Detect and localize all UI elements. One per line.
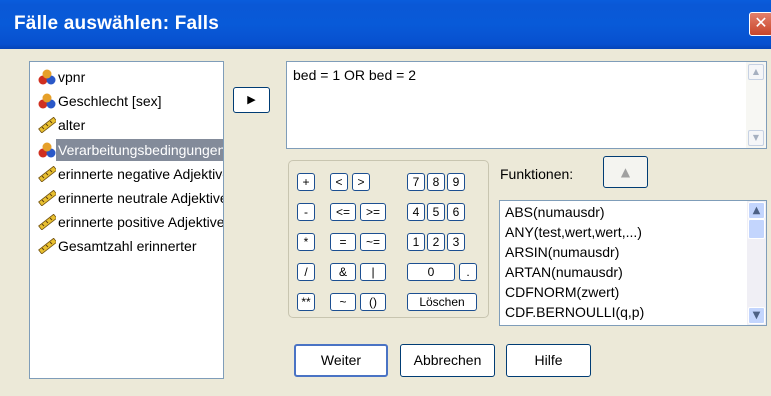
select-cases-dialog: Fälle auswählen: Falls ✕ vpnr Geschlecht… [0,0,771,396]
list-item[interactable]: ARSIN(numausdr) [505,244,619,260]
title-bar: Fälle auswählen: Falls ✕ [0,0,771,49]
function-list[interactable]: ABS(numausdr) ANY(test,wert,wert,...) AR… [499,200,767,326]
key-equal[interactable]: = [330,233,356,251]
key-power[interactable]: ** [297,293,315,311]
list-item[interactable]: Geschlecht [sex] [34,90,223,112]
key-divide[interactable]: / [297,263,315,281]
key-not[interactable]: ~ [330,293,356,311]
key-2[interactable]: 2 [427,233,445,251]
list-item[interactable]: CDF.BERNOULLI(q,p) [505,304,644,320]
expression-input[interactable]: bed = 1 OR bed = 2 ▲ ▼ [286,61,767,149]
key-less-equal[interactable]: <= [330,203,356,221]
key-decimal[interactable]: . [459,263,477,281]
help-button[interactable]: Hilfe [506,344,591,377]
expression-scrollbar[interactable]: ▲ ▼ [746,62,766,148]
list-item[interactable]: Gesamtzahl erinnerter [34,235,223,257]
scale-icon [38,214,56,230]
scroll-down-button[interactable]: ▼ [748,130,764,146]
list-item-selected[interactable]: Verarbeitungsbedingungen [34,139,223,161]
key-plus[interactable]: + [297,173,315,191]
insert-function-button[interactable]: ▲ [603,156,648,188]
function-list-scrollbar[interactable]: ▲ ▼ [747,201,766,325]
key-multiply[interactable]: * [297,233,315,251]
key-7[interactable]: 7 [407,173,425,191]
scale-icon [38,166,56,182]
list-item[interactable]: alter [34,114,223,136]
scroll-thumb[interactable] [748,219,765,239]
key-8[interactable]: 8 [427,173,445,191]
variable-label: Gesamtzahl erinnerter [58,238,197,254]
key-5[interactable]: 5 [427,203,445,221]
key-or[interactable]: | [360,263,386,281]
key-0[interactable]: 0 [407,263,455,281]
variable-label: Geschlecht [sex] [58,93,162,109]
key-not-equal[interactable]: ~= [360,233,386,251]
variable-label: alter [58,117,86,133]
move-variable-button[interactable]: ▶ [233,87,270,113]
variable-label: erinnerte neutrale Adjektive [58,190,224,206]
key-parentheses[interactable]: () [360,293,386,311]
functions-label: Funktionen: [500,166,574,182]
list-item[interactable]: erinnerte negative Adjektive [34,163,224,185]
continue-button[interactable]: Weiter [294,344,388,377]
variable-label: Verarbeitungsbedingungen [56,139,223,161]
list-item[interactable]: CDFNORM(zwert) [505,284,619,300]
nominal-icon [38,93,56,109]
key-3[interactable]: 3 [447,233,465,251]
delete-button[interactable]: Löschen [407,293,477,311]
scroll-up-button[interactable]: ▲ [748,64,764,80]
list-item[interactable]: ARTAN(numausdr) [505,264,623,280]
key-greater[interactable]: > [352,173,370,191]
variable-label: erinnerte positive Adjektive [58,214,224,230]
key-9[interactable]: 9 [447,173,465,191]
variable-label: vpnr [58,69,86,85]
expression-text: bed = 1 OR bed = 2 [293,67,416,83]
window-title: Fälle auswählen: Falls [14,13,220,34]
variable-label: erinnerte negative Adjektive [58,166,224,182]
scroll-up-button[interactable]: ▲ [748,202,765,219]
cancel-button[interactable]: Abbrechen [400,344,495,377]
key-4[interactable]: 4 [407,203,425,221]
key-and[interactable]: & [330,263,356,281]
list-item[interactable]: ABS(numausdr) [505,204,605,220]
key-1[interactable]: 1 [407,233,425,251]
close-button[interactable]: ✕ [749,12,771,36]
key-less[interactable]: < [330,173,348,191]
scale-icon [38,190,56,206]
scroll-down-button[interactable]: ▼ [748,307,765,324]
nominal-icon [38,69,56,85]
variable-list[interactable]: vpnr Geschlecht [sex] alter Verarbeitung… [29,61,224,379]
key-greater-equal[interactable]: >= [360,203,386,221]
key-6[interactable]: 6 [447,203,465,221]
key-minus[interactable]: - [297,203,315,221]
scale-icon [38,117,56,133]
calculator-keypad: + < > 7 8 9 - <= >= 4 5 6 * = ~= 1 2 3 /… [288,160,489,318]
list-item[interactable]: erinnerte neutrale Adjektive [34,187,224,209]
list-item[interactable]: vpnr [34,66,223,88]
list-item[interactable]: erinnerte positive Adjektive [34,211,224,233]
list-item[interactable]: ANY(test,wert,wert,...) [505,224,642,240]
nominal-icon [38,142,56,158]
scale-icon [38,238,56,254]
